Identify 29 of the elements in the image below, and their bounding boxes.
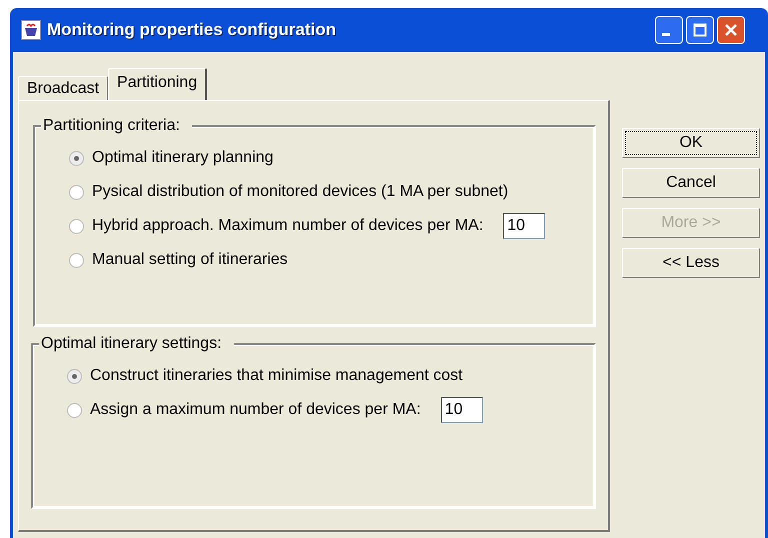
app-icon bbox=[21, 20, 41, 40]
radio-button[interactable] bbox=[67, 402, 82, 418]
radio-label: Manual setting of itineraries bbox=[92, 250, 288, 270]
maximize-button[interactable] bbox=[686, 16, 714, 44]
radio-button[interactable] bbox=[69, 252, 84, 268]
tab[interactable]: Broadcast bbox=[18, 76, 108, 100]
dialog-button[interactable]: Cancel bbox=[622, 168, 760, 198]
close-icon bbox=[724, 23, 738, 37]
radio-button[interactable] bbox=[67, 368, 82, 384]
dialog-button[interactable]: OK bbox=[622, 128, 760, 158]
dialog-button[interactable]: << Less bbox=[622, 248, 760, 278]
group-title: Optimal itinerary settings: bbox=[39, 334, 234, 354]
tab[interactable]: Partitioning bbox=[108, 68, 208, 100]
radio-button[interactable] bbox=[69, 218, 84, 234]
radio-label: Hybrid approach. Maximum number of devices per MA: bbox=[92, 216, 484, 236]
radio-label: Optimal itinerary planning bbox=[92, 148, 274, 168]
radio-label: Pysical distribution of monitored devices (1 MA per subnet) bbox=[92, 182, 508, 202]
window-title: Monitoring properties configuration bbox=[47, 19, 336, 42]
minimize-button[interactable] bbox=[655, 16, 683, 44]
radio-label: Assign a maximum number of devices per MA: bbox=[90, 400, 421, 420]
number-field[interactable]: 10 bbox=[503, 213, 546, 239]
number-field[interactable]: 10 bbox=[440, 397, 483, 423]
radio-button[interactable] bbox=[69, 184, 84, 200]
maximize-icon bbox=[693, 23, 707, 37]
radio-button[interactable] bbox=[69, 150, 84, 166]
radio-label: Construct itineraries that minimise management cost bbox=[90, 366, 463, 386]
minimize-icon bbox=[662, 33, 670, 36]
close-button[interactable] bbox=[717, 16, 745, 44]
group-title: Partitioning criteria: bbox=[41, 116, 192, 136]
